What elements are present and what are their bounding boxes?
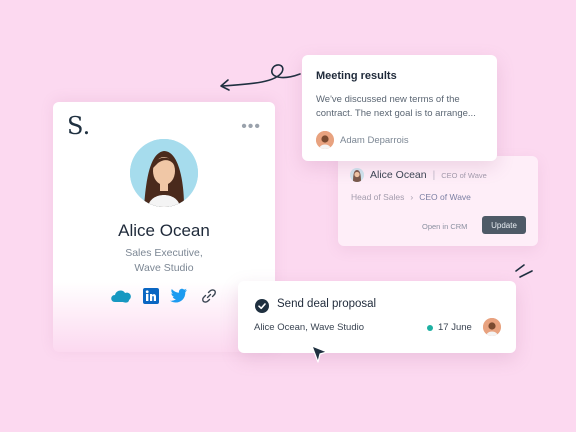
more-options-icon[interactable]: •••	[241, 118, 261, 136]
crm-header: Alice Ocean | CEO of Wave	[350, 168, 487, 182]
meeting-author-name: Adam Deparrois	[340, 134, 409, 146]
twitter-icon[interactable]	[170, 288, 187, 303]
task-due-date: 17 June	[427, 322, 472, 333]
role-title: Sales Executive,	[125, 247, 203, 259]
check-icon[interactable]	[255, 299, 269, 313]
meeting-title: Meeting results	[316, 70, 397, 82]
update-button[interactable]: Update	[482, 216, 526, 234]
meeting-summary: We've discussed new terms of the contrac…	[316, 94, 476, 119]
task-title: Send deal proposal	[277, 298, 377, 310]
cursor-pointer-icon	[311, 345, 328, 363]
status-dot-icon	[427, 324, 433, 331]
meeting-author: Adam Deparrois	[316, 131, 409, 149]
open-in-crm-link[interactable]: Open in CRM	[422, 222, 467, 231]
crm-role-from: Head of Sales	[351, 192, 405, 202]
chevron-right-icon: ›	[410, 192, 414, 202]
salesforce-icon[interactable]	[109, 288, 133, 304]
task-date-label: 17 June	[438, 322, 472, 333]
crm-contact-name: Alice Ocean	[370, 169, 427, 181]
avatar	[130, 139, 198, 207]
curly-arrow-decoration	[220, 64, 301, 91]
avatar	[483, 318, 501, 336]
task-card: Send deal proposal Alice Ocean, Wave Stu…	[238, 281, 516, 353]
profile-role: Sales Executive, Wave Studio	[53, 246, 275, 276]
crm-separator: |	[432, 169, 436, 181]
crm-card: Alice Ocean | CEO of Wave Head of Sales ›…	[338, 156, 538, 246]
avatar	[316, 131, 334, 149]
task-contact: Alice Ocean, Wave Studio	[254, 322, 365, 333]
spark-lines-decoration	[515, 264, 533, 278]
role-company: Wave Studio	[134, 262, 194, 274]
crm-contact-title: CEO of Wave	[441, 170, 487, 180]
link-icon[interactable]	[201, 288, 217, 304]
crm-role-change: Head of Sales › CEO of Wave	[351, 192, 471, 202]
avatar	[350, 168, 364, 182]
brand-logo: S.	[67, 112, 91, 140]
meeting-results-card: Meeting results We've discussed new term…	[302, 55, 497, 161]
social-links	[109, 288, 219, 306]
linkedin-icon[interactable]	[143, 288, 159, 304]
crm-role-to: CEO of Wave	[419, 192, 471, 202]
profile-name: Alice Ocean	[118, 221, 210, 240]
